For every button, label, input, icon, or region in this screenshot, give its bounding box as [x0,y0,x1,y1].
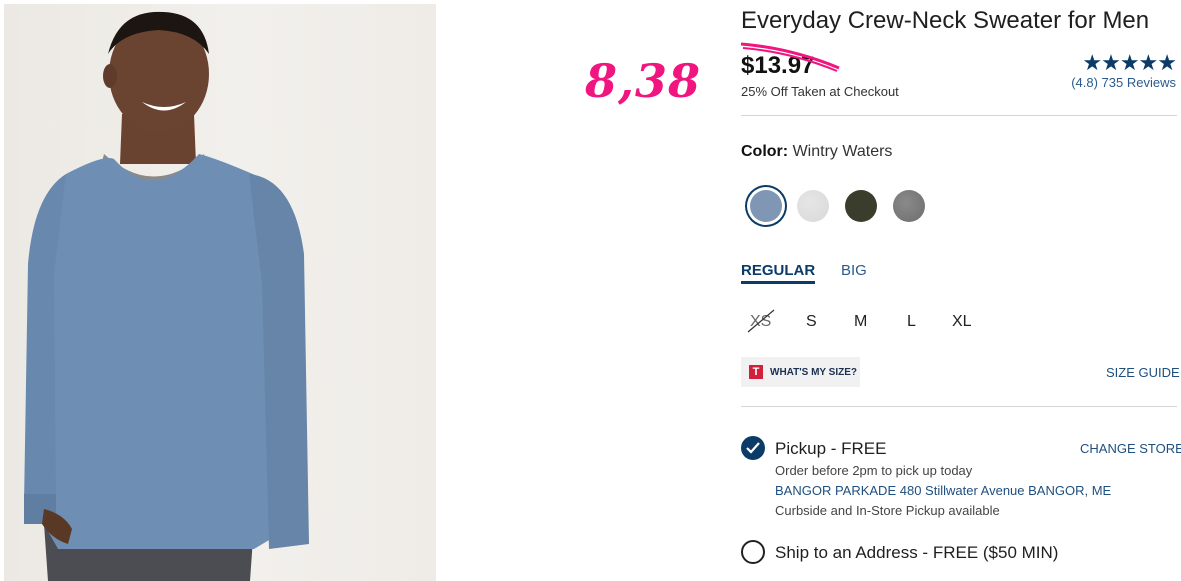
handwritten-price-annotation: 8,38 [585,54,702,108]
size-l-button[interactable]: L [907,313,916,331]
model-wearing-sweater-illustration [24,11,309,581]
star-rating-icon: ★★★★★ [1082,51,1177,76]
color-swatch-charcoal[interactable] [893,190,925,222]
unavailable-slash-icon [747,309,775,333]
whats-my-size-button[interactable]: T WHAT'S MY SIZE? [741,357,860,387]
color-selection-label: Color: Wintry Waters [741,143,892,161]
divider [741,115,1177,116]
checkmark-icon [746,442,760,454]
discount-note: 25% Off Taken at Checkout [741,84,899,99]
pickup-availability-note: Curbside and In-Store Pickup available [775,503,1000,518]
size-s-button[interactable]: S [806,313,817,331]
pickup-title: Pickup - FREE [775,439,887,458]
product-image [4,4,436,581]
color-swatch-wintry-waters[interactable] [750,190,782,222]
ship-title: Ship to an Address - FREE ($50 MIN) [775,543,1059,562]
tab-big[interactable]: BIG [841,262,867,279]
reviews-link[interactable]: (4.8) 735 Reviews [1056,75,1176,90]
size-xl-button[interactable]: XL [952,313,972,331]
size-m-button[interactable]: M [854,313,867,331]
ship-radio[interactable] [741,540,765,564]
whats-my-size-label: WHAT'S MY SIZE? [770,366,858,378]
price-strikethrough-mark [741,42,840,72]
true-fit-logo-icon: T [749,365,763,379]
divider [741,406,1177,407]
size-guide-link[interactable]: SIZE GUIDE [1106,365,1180,380]
product-title: Everyday Crew-Neck Sweater for Men [741,7,1150,34]
color-label: Color: [741,143,789,160]
rating-block[interactable]: ★★★★★ (4.8) 735 Reviews [1056,51,1177,91]
pickup-store-link[interactable]: BANGOR PARKADE 480 Stillwater Avenue BAN… [775,483,1111,498]
pickup-radio[interactable] [741,436,765,460]
tab-regular[interactable]: REGULAR [741,262,816,284]
color-swatch-olive[interactable] [845,190,877,222]
color-swatch-light-gray[interactable] [797,190,829,222]
price-block: $13.97 [741,42,840,80]
selected-color-name: Wintry Waters [792,143,893,160]
pickup-cutoff-note: Order before 2pm to pick up today [775,463,973,478]
change-store-link[interactable]: CHANGE STORE [1080,441,1181,456]
